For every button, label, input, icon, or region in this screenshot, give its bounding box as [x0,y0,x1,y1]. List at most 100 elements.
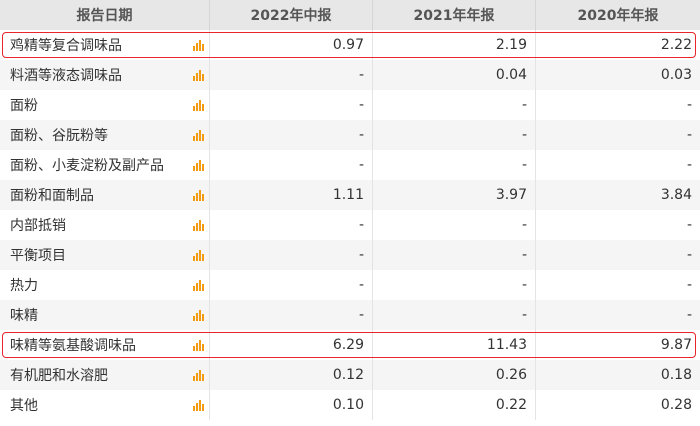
row-label: 内部抵销 [10,218,66,234]
row-label: 鸡精等复合调味品 [10,38,122,54]
value-cell: - [210,120,373,150]
value-cell: - [210,60,373,90]
value-cell: - [373,240,536,270]
row-label: 面粉、谷朊粉等 [10,128,108,144]
header-2020-annual[interactable]: 2020年年报 [536,0,700,30]
value-text: - [358,157,364,173]
row-label: 味精等氨基酸调味品 [10,338,136,354]
value-cell: - [536,240,700,270]
row-label: 面粉和面制品 [10,188,94,204]
value-cell: 0.28 [536,390,700,420]
value-cell: 3.97 [373,180,536,210]
table-row: 其他 0.10 0.22 0.28 [0,390,700,420]
value-text: - [686,247,692,263]
value-text: 9.87 [660,337,692,353]
row-label: 面粉、小麦淀粉及副产品 [10,158,164,174]
bar-chart-icon[interactable] [192,249,205,261]
value-cell: - [536,300,700,330]
value-cell: 2.19 [373,30,536,60]
bar-chart-icon[interactable] [192,69,205,81]
table-row: 平衡项目 - - - [0,240,700,270]
header-2021-annual[interactable]: 2021年年报 [373,0,536,30]
value-cell: 0.04 [373,60,536,90]
value-cell: 1.11 [210,180,373,210]
bar-chart-icon[interactable] [192,189,205,201]
value-text: - [521,97,527,113]
value-text: - [686,157,692,173]
value-cell: - [373,270,536,300]
bar-chart-icon[interactable] [192,309,205,321]
bar-chart-icon[interactable] [192,369,205,381]
row-label-cell: 热力 [0,270,210,300]
value-text: - [521,127,527,143]
row-label: 有机肥和水溶肥 [10,368,108,384]
row-label-cell: 面粉 [0,90,210,120]
value-text: - [686,307,692,323]
bar-chart-icon[interactable] [192,129,205,141]
table-row: 面粉和面制品 1.11 3.97 3.84 [0,180,700,210]
value-text: 0.97 [332,37,364,53]
value-cell: - [210,210,373,240]
bar-chart-icon[interactable] [192,39,205,51]
value-text: - [358,97,364,113]
row-label-cell: 内部抵销 [0,210,210,240]
value-cell: - [373,90,536,120]
value-text: - [358,127,364,143]
value-text: - [358,307,364,323]
row-label-cell: 味精等氨基酸调味品 [0,330,210,360]
row-label-cell: 料酒等液态调味品 [0,60,210,90]
value-text: 0.26 [495,367,527,383]
bar-chart-icon[interactable] [192,219,205,231]
value-cell: - [373,210,536,240]
row-label-cell: 有机肥和水溶肥 [0,360,210,390]
value-text: - [358,217,364,233]
value-cell: - [536,120,700,150]
value-cell: 0.22 [373,390,536,420]
value-text: 0.22 [495,397,527,413]
table-row: 面粉 - - - [0,90,700,120]
value-cell: 0.18 [536,360,700,390]
value-cell: 0.03 [536,60,700,90]
value-text: 0.18 [660,367,692,383]
table-row: 有机肥和水溶肥 0.12 0.26 0.18 [0,360,700,390]
row-label-cell: 面粉、小麦淀粉及副产品 [0,150,210,180]
bar-chart-icon[interactable] [192,99,205,111]
bar-chart-icon[interactable] [192,339,205,351]
value-cell: 0.12 [210,360,373,390]
value-text: - [521,307,527,323]
value-text: 3.84 [660,187,692,203]
value-text: 6.29 [332,337,364,353]
value-text: - [686,217,692,233]
value-cell: - [210,90,373,120]
value-text: - [686,97,692,113]
value-text: 2.22 [660,37,692,53]
value-cell: 6.29 [210,330,373,360]
value-text: 2.19 [495,37,527,53]
value-text: 0.10 [332,397,364,413]
value-cell: 0.97 [210,30,373,60]
value-text: - [521,277,527,293]
value-text: - [358,67,364,83]
row-label: 平衡项目 [10,248,66,264]
bar-chart-icon[interactable] [192,159,205,171]
table-row: 热力 - - - [0,270,700,300]
row-label-cell: 鸡精等复合调味品 [0,30,210,60]
header-2022-interim[interactable]: 2022年中报 [210,0,373,30]
value-text: 0.12 [332,367,364,383]
header-report-date[interactable]: 报告日期 [0,0,210,30]
row-label-cell: 面粉、谷朊粉等 [0,120,210,150]
table-row: 料酒等液态调味品 - 0.04 0.03 [0,60,700,90]
row-label: 味精 [10,308,38,324]
value-text: - [686,277,692,293]
bar-chart-icon[interactable] [192,279,205,291]
value-cell: - [210,300,373,330]
value-cell: - [373,300,536,330]
value-cell: - [210,240,373,270]
value-text: 1.11 [332,187,364,203]
value-cell: - [536,210,700,240]
row-label-cell: 平衡项目 [0,240,210,270]
value-cell: 2.22 [536,30,700,60]
bar-chart-icon[interactable] [192,399,205,411]
table-row: 鸡精等复合调味品 0.97 2.19 2.22 [0,30,700,60]
value-cell: - [373,120,536,150]
